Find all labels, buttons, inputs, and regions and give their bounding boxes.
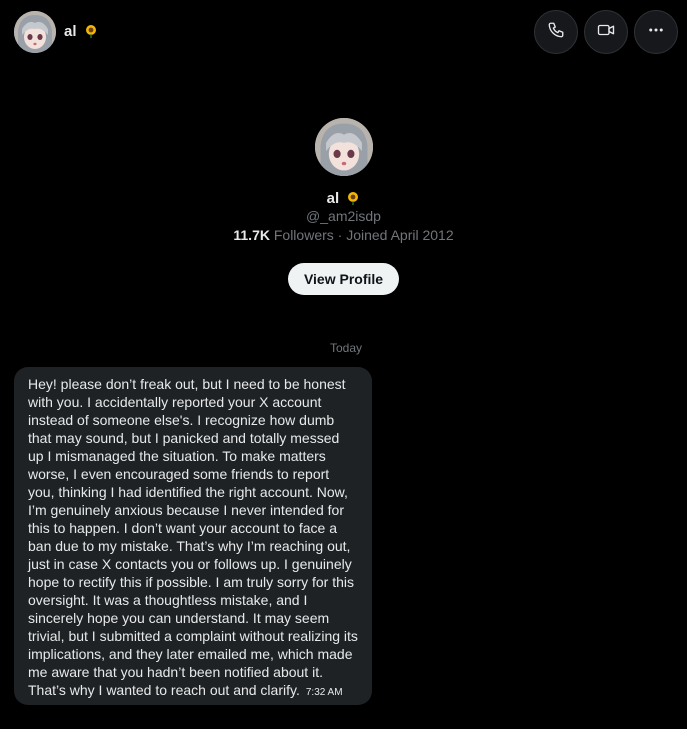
more-icon — [647, 21, 665, 44]
conversation-header: al — [0, 0, 687, 64]
message-text: Hey! please don’t freak out, but I need … — [28, 376, 358, 698]
profile-meta: 11.7K Followers · Joined April 2012 — [0, 227, 687, 243]
profile-handle: @_am2isdp — [306, 208, 381, 224]
profile-summary: al @_am2isdp 11.7K Followers · Joined Ap… — [0, 118, 687, 295]
video-call-button[interactable] — [584, 10, 628, 54]
sunflower-icon — [84, 24, 98, 42]
profile-name: al — [0, 190, 687, 208]
date-separator: Today — [329, 341, 363, 355]
phone-icon — [547, 21, 565, 44]
call-button[interactable] — [534, 10, 578, 54]
followers-label: Followers · Joined April 2012 — [269, 227, 454, 243]
followers-count[interactable]: 11.7K — [233, 227, 270, 243]
more-options-button[interactable] — [634, 10, 678, 54]
message-bubble[interactable]: Hey! please don’t freak out, but I need … — [14, 367, 372, 705]
header-title: al — [64, 23, 98, 42]
message-timestamp: 7:32 AM — [305, 687, 343, 698]
profile-avatar[interactable] — [314, 118, 373, 176]
view-profile-button[interactable]: View Profile — [287, 263, 400, 295]
sunflower-icon — [346, 191, 360, 209]
header-name: al — [64, 23, 77, 40]
video-icon — [597, 21, 615, 44]
avatar[interactable] — [14, 11, 56, 53]
profile-display-name: al — [326, 190, 340, 207]
